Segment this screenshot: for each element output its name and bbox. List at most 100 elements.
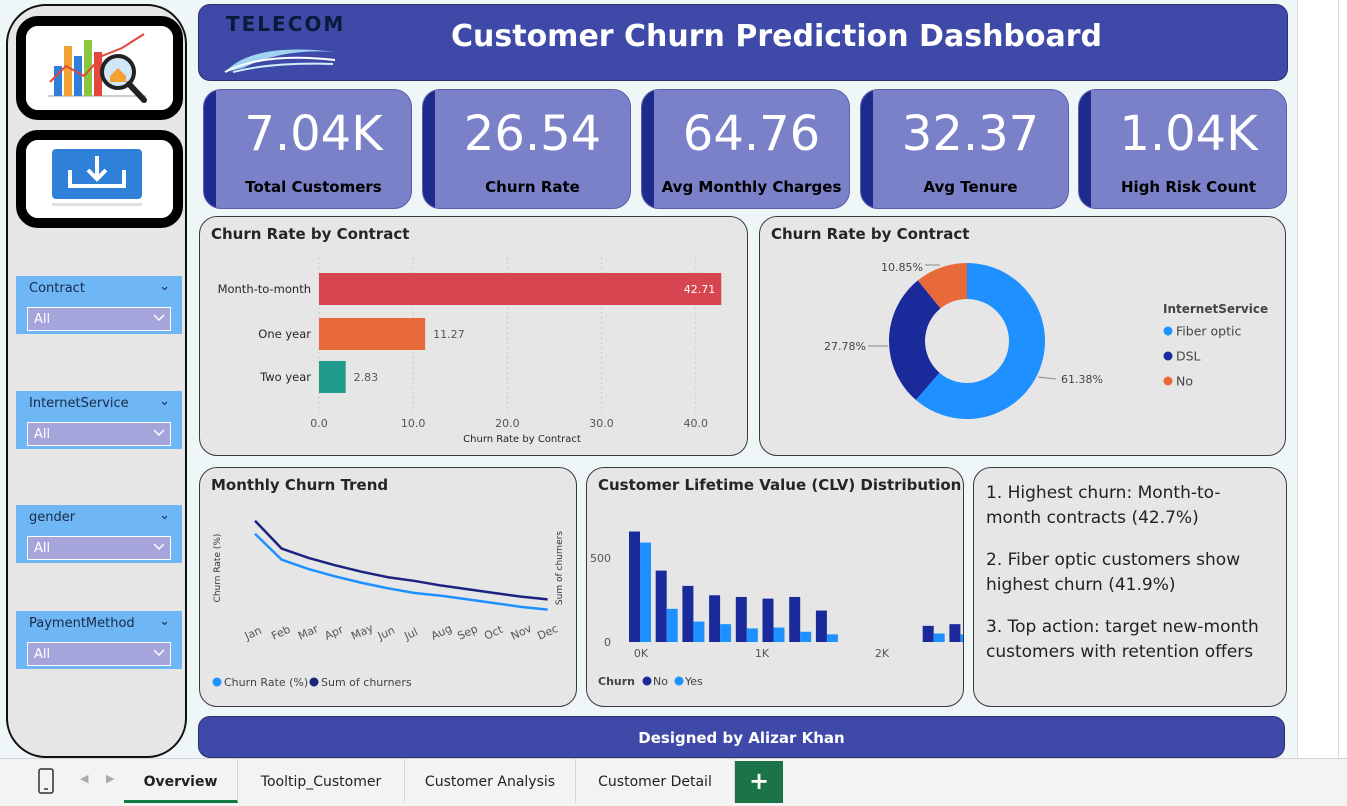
category-label: Two year [259,370,311,384]
legend-title: Churn [598,675,635,688]
histogram-bar [789,596,801,642]
x-axis-title: Churn Rate by Contract [463,434,581,445]
x-tick-label: Dec [535,622,560,643]
series-line [254,532,548,611]
panel-monthly-churn-trend[interactable]: Monthly Churn Trend Jan Feb Mar Apr May Jun Ju… [199,467,577,707]
histogram-bar [682,585,694,642]
legend-label: DSL [1176,349,1201,364]
gender-dropdown[interactable]: All [27,536,171,560]
legend-label: Sum of churners [321,676,412,689]
histogram-bar [666,608,678,642]
slicer-gender: gender ⌄ All [16,505,182,563]
kpi-accent-bar [423,90,435,208]
insight-text: 1. Highest churn: Month-to-month contrac… [986,483,1221,528]
phone-layout-icon[interactable] [36,767,56,795]
histogram-bar [826,634,838,642]
data-label: 42.71 [684,283,716,296]
x-tick-label: 2K [875,647,890,660]
slicer-payment-method-label: PaymentMethod [29,616,135,631]
legend-marker [674,676,684,686]
payment-method-dropdown-value: All [34,647,51,662]
y-axis-title: Churn Rate (%) [213,534,223,603]
tab-customer-detail[interactable]: Customer Detail [576,759,735,803]
internet-service-dropdown[interactable]: All [27,422,171,446]
x-tick-label: 20.0 [495,417,519,430]
x-tick-label: 10.0 [401,417,426,430]
histogram-bar [629,531,640,642]
histogram-bar [762,598,774,642]
kpi-accent-bar [861,90,873,208]
slicer-contract-label: Contract [29,281,85,296]
y2-axis-title: Sum of churners [555,531,565,605]
x-tick-label: Aug [429,622,454,643]
chevron-down-icon [154,314,164,322]
x-tick-label: Jan [242,624,264,643]
legend-marker [1163,351,1173,361]
gender-dropdown-value: All [34,541,51,556]
kpi-value: 1.04K [1119,106,1258,162]
kpi-value: 64.76 [682,106,821,162]
slicer-internet-service-label: InternetService [29,396,129,411]
tab-customer-analysis[interactable]: Customer Analysis [405,759,576,803]
histogram-bar [735,596,747,642]
telecom-logo-swoosh [224,49,336,73]
x-tick-label: 0K [634,647,649,660]
contract-dropdown[interactable]: All [27,307,171,331]
legend-label: Fiber optic [1176,324,1241,339]
kpi-high-risk-count: 1.04K High Risk Count [1078,89,1287,209]
category-label: One year [258,327,311,341]
panel-clv-distribution[interactable]: Customer Lifetime Value (CLV) Distributi… [586,467,964,707]
x-tick-label: Jun [375,624,397,643]
kpi-label: Avg Tenure [923,178,1018,196]
payment-method-dropdown[interactable]: All [27,642,171,666]
slice-data-label: 27.78% [824,340,866,353]
legend-label: Churn Rate (%) [224,676,308,689]
x-tick-label: 40.0 [683,417,708,430]
legend-marker [212,677,222,687]
tab-overview[interactable]: Overview [124,759,238,803]
chevron-down-icon [154,429,164,437]
page-title: Customer Churn Prediction Dashboard [451,19,1103,54]
bar [319,361,346,393]
histogram-bar [709,595,721,642]
x-tick-label: Nov [509,622,534,643]
legend-title: InternetService [1163,302,1268,316]
x-tick-label: Mar [296,622,321,643]
histogram-bar [773,627,785,642]
right-scroll-area [1297,0,1347,758]
chevron-down-icon[interactable]: ⌄ [159,508,170,523]
legend-label: Yes [684,675,703,688]
panel-churn-by-contract-bar[interactable]: Churn Rate by Contract 0.0 10.0 20.0 30.0 40… [199,216,748,456]
chevron-down-icon[interactable]: ⌄ [159,394,170,409]
slice-data-label: 61.38% [1061,373,1103,386]
nav-prev-icon[interactable]: ◀ [80,772,88,785]
x-tick-label: Oct [482,623,505,643]
kpi-avg-tenure: 32.37 Avg Tenure [860,89,1069,209]
download-button[interactable] [16,130,183,228]
panel-churn-by-contract-donut[interactable]: Churn Rate by Contract 61.38% 27.78% 10.85… [759,216,1286,456]
chevron-down-icon[interactable]: ⌄ [159,279,170,294]
telecom-logo-text: TELECOM [226,12,346,36]
leader-line [1037,376,1057,380]
contract-dropdown-value: All [34,312,51,327]
y-tick-label: 0 [604,636,611,649]
histogram-bar [746,628,758,642]
chevron-down-icon[interactable]: ⌄ [159,614,170,629]
bar [319,273,722,305]
category-label: Month-to-month [218,282,311,296]
add-page-button[interactable]: + [735,761,783,803]
contract-bar-chart: 0.0 10.0 20.0 30.0 40.0 Month-to-month 42.71 On… [218,257,722,445]
download-icon [26,140,173,218]
series-line [254,519,548,601]
panel-insights: 1. Highest churn: Month-to-month contrac… [973,467,1287,707]
nav-next-icon[interactable]: ▶ [106,772,114,785]
histogram-bar [933,633,945,642]
kpi-label: High Risk Count [1121,178,1256,196]
internet-service-donut-chart: 61.38% 27.78% 10.85% InternetService Fiber o… [824,261,1268,419]
x-tick-label: 0.0 [310,417,328,430]
chart-image-button[interactable] [16,16,183,120]
chevron-down-icon [154,543,164,551]
tab-tooltip-customer[interactable]: Tooltip_Customer [238,759,405,803]
kpi-churn-rate: 26.54 Churn Rate [422,89,631,209]
x-tick-label: Sep [456,622,480,643]
